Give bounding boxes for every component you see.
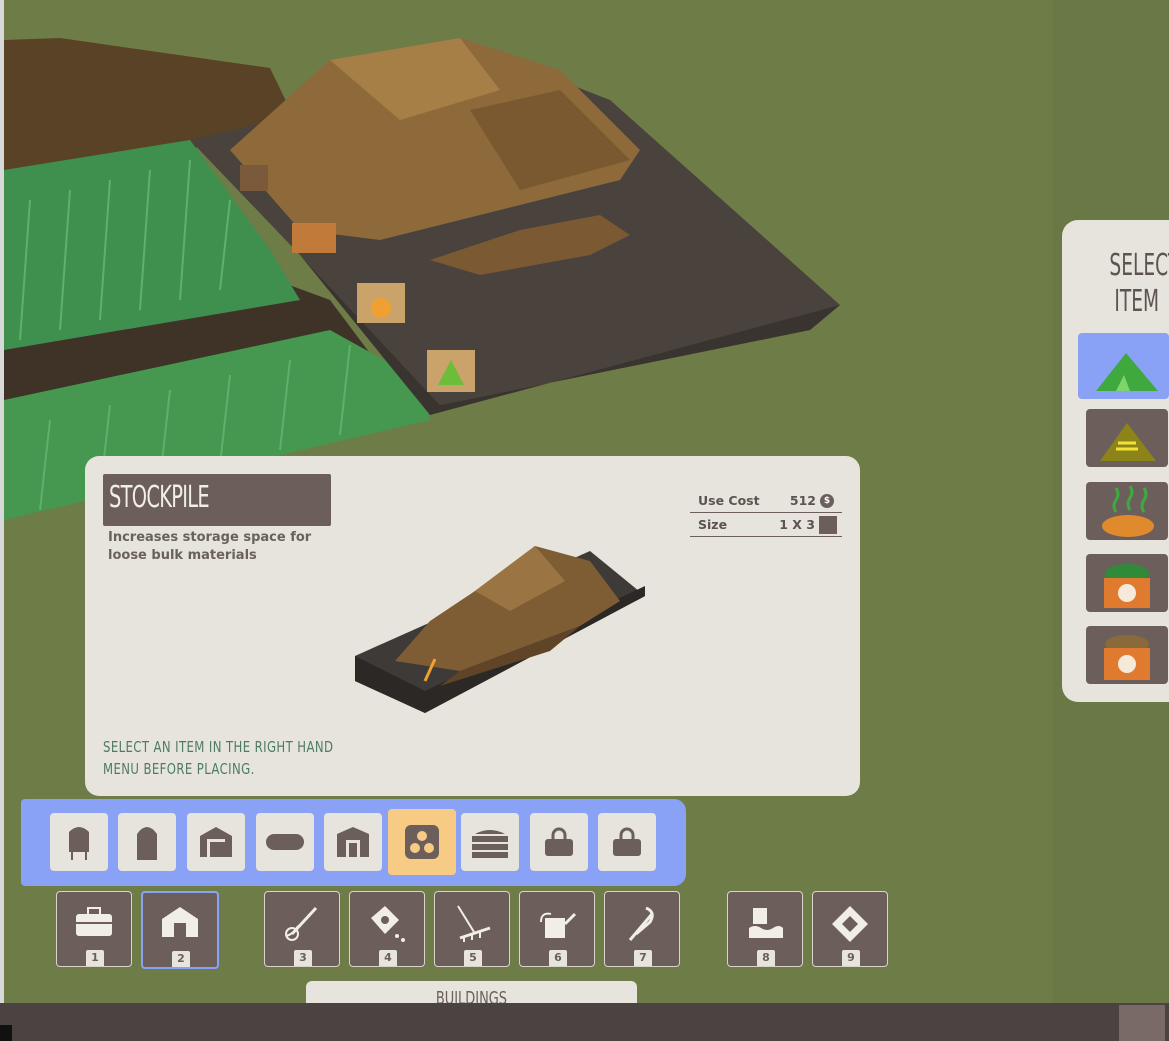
- window-edge: [0, 0, 4, 1041]
- use-cost-label: Use Cost: [698, 493, 760, 508]
- coin-icon: $: [820, 493, 834, 508]
- lock-icon: [545, 827, 573, 856]
- grain-pile-icon: [1100, 423, 1156, 461]
- building-locked-1[interactable]: [530, 813, 588, 871]
- building-stockpile[interactable]: [388, 809, 456, 875]
- tool-hotkey: 7: [634, 950, 652, 966]
- tool-hotkey: 9: [842, 950, 860, 966]
- tall-silo-icon: [137, 827, 157, 860]
- building-selection-bar: [21, 799, 686, 886]
- tank-icon: [266, 834, 304, 850]
- tool-hotkey: 4: [379, 950, 397, 966]
- select-item-title: SELECT ITEM: [1109, 248, 1169, 319]
- select-item-grain-pile[interactable]: [1086, 409, 1168, 467]
- tool-hotkey: 5: [464, 950, 482, 966]
- placement-hint: SELECT AN ITEM IN THE RIGHT HAND MENU BE…: [103, 738, 334, 778]
- watering-can-icon: [540, 912, 577, 938]
- garage-icon: [200, 827, 232, 857]
- green-feed-bin-icon: [1104, 564, 1150, 608]
- building-barn[interactable]: [324, 813, 382, 871]
- building-description: Increases storage space for loose bulk m…: [108, 530, 312, 563]
- tool-pruning-shears[interactable]: 7: [604, 891, 680, 967]
- tool-hotkey: 2: [172, 951, 190, 967]
- tool-watering-can[interactable]: 6: [519, 891, 595, 967]
- size-swatch-icon: [819, 515, 837, 534]
- compost-pile-icon: [1102, 485, 1154, 537]
- grass-pile-icon: [1096, 353, 1158, 391]
- select-item-compost-pile[interactable]: [1086, 482, 1168, 540]
- select-item-grass-pile[interactable]: [1078, 333, 1169, 399]
- tool-hotkey: 1: [86, 950, 104, 966]
- seed-bag-icon: [371, 906, 405, 942]
- size-label: Size: [698, 517, 728, 532]
- tool-hotkey: 6: [549, 950, 567, 966]
- select-item-green-feed-bin[interactable]: [1086, 554, 1168, 612]
- cultivator-icon: [285, 906, 318, 941]
- tool-hotkey: 3: [294, 950, 312, 966]
- building-tank[interactable]: [256, 813, 314, 871]
- tool-buildings[interactable]: 2: [141, 891, 219, 969]
- toolbox-icon: [76, 907, 112, 936]
- select-item-menu: SELECT ITEM: [1062, 220, 1169, 702]
- building-title: STOCKPILE: [109, 480, 210, 515]
- tool-hotkey: 8: [757, 950, 775, 966]
- building-stats: Use Cost 512 $ Size 1 X 3: [690, 489, 842, 537]
- tool-toolbox[interactable]: 1: [56, 891, 132, 967]
- terrain-icon: [749, 908, 783, 938]
- use-cost-value: 512: [789, 493, 816, 508]
- pruning-shears-icon: [628, 906, 654, 941]
- building-info-panel: STOCKPILE Increases storage space for lo…: [85, 456, 860, 796]
- chicken-feed-bin-icon: [1104, 635, 1150, 680]
- size-value: 1 X 3: [779, 517, 815, 532]
- bottom-right-button[interactable]: [1119, 1005, 1165, 1041]
- crate-stack-icon: [472, 830, 508, 858]
- select-item-chicken-feed-bin[interactable]: [1086, 626, 1168, 684]
- tool-terrain[interactable]: 8: [727, 891, 803, 967]
- use-cost-row: Use Cost 512 $: [690, 489, 842, 513]
- bottom-status-bar: [0, 1003, 1169, 1041]
- building-crate-stack[interactable]: [461, 813, 519, 871]
- building-garage[interactable]: [187, 813, 245, 871]
- bottom-corner-block: [0, 1025, 12, 1041]
- silo-icon: [69, 827, 89, 860]
- tool-rake[interactable]: 5: [434, 891, 510, 967]
- stockpile-preview-image: [355, 546, 645, 713]
- building-tall-silo[interactable]: [118, 813, 176, 871]
- lock-icon: [613, 827, 641, 856]
- building-icon: [162, 907, 198, 937]
- tool-seeds[interactable]: 4: [349, 891, 425, 967]
- building-locked-2[interactable]: [598, 813, 656, 871]
- barn-icon: [337, 827, 369, 857]
- stockpile-icon: [405, 825, 439, 859]
- tool-sign[interactable]: 9: [812, 891, 888, 967]
- rake-icon: [457, 905, 491, 942]
- sign-icon: [832, 906, 868, 942]
- size-row: Size 1 X 3: [690, 513, 842, 537]
- building-silo[interactable]: [50, 813, 108, 871]
- building-title-box: STOCKPILE: [103, 474, 331, 526]
- tool-cultivator[interactable]: 3: [264, 891, 340, 967]
